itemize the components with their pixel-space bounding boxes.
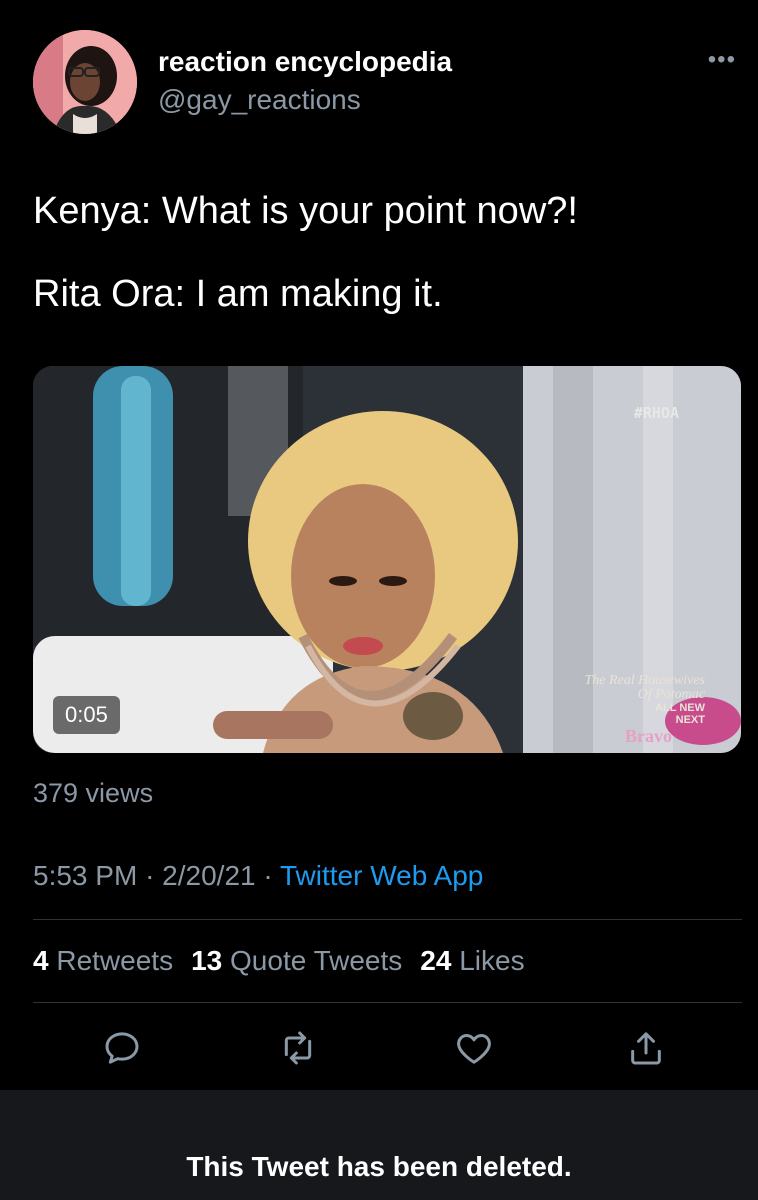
quote-tweets-stat[interactable]: 13 Quote Tweets [191, 945, 402, 977]
show-logo: The Real Housewives Of Potomac ALL NEW N… [545, 673, 705, 727]
retweets-count: 4 [33, 945, 49, 976]
reply-button[interactable] [94, 1020, 150, 1076]
video-duration-badge: 0:05 [53, 696, 120, 734]
share-button[interactable] [618, 1020, 674, 1076]
tweet-time[interactable]: 5:53 PM [33, 860, 137, 891]
video-player[interactable]: #RHOA The Real Housewives Of Potomac ALL… [33, 366, 741, 753]
avatar-image [33, 30, 137, 134]
show-subtitle: Of Potomac [637, 687, 705, 702]
divider [33, 1002, 742, 1003]
reply-icon [105, 1032, 139, 1064]
display-name[interactable]: reaction encyclopedia [158, 46, 452, 78]
retweets-label: Retweets [56, 945, 174, 976]
show-badge-2: NEXT [675, 714, 705, 726]
retweet-button[interactable] [270, 1020, 326, 1076]
avatar[interactable] [33, 30, 137, 134]
likes-count: 24 [420, 945, 452, 976]
likes-label: Likes [459, 945, 525, 976]
show-badge-1: ALL NEW [655, 702, 705, 714]
show-title: The Real Housewives [584, 673, 705, 688]
like-icon [457, 1034, 491, 1064]
view-count: 379 views [33, 778, 154, 808]
quote-tweets-count: 13 [191, 945, 223, 976]
tweet-text-line-2: Rita Ora: I am making it. [33, 273, 443, 315]
divider [33, 919, 742, 920]
network-logo: Bravo [625, 726, 672, 746]
deleted-tweet-notice: This Tweet has been deleted. [0, 1090, 758, 1200]
tweet-action-bar [0, 1020, 758, 1078]
tweet-date[interactable]: 2/20/21 [162, 860, 255, 891]
separator-dot: · [263, 860, 280, 891]
like-button[interactable] [446, 1020, 502, 1076]
engagement-stats: 4 Retweets 13 Quote Tweets 24 Likes [33, 945, 525, 977]
likes-stat[interactable]: 24 Likes [420, 945, 524, 977]
tweet-text-line-1: Kenya: What is your point now?! [33, 190, 578, 232]
video-hashtag-overlay: #RHOA [633, 404, 679, 422]
more-options-icon[interactable]: ••• [708, 46, 736, 74]
source-app-link[interactable]: Twitter Web App [280, 860, 483, 891]
user-handle[interactable]: @gay_reactions [158, 84, 361, 116]
retweets-stat[interactable]: 4 Retweets [33, 945, 173, 977]
quote-tweets-label: Quote Tweets [230, 945, 403, 976]
tweet-metadata: 5:53 PM · 2/20/21 · Twitter Web App [33, 860, 483, 892]
separator-dot: · [145, 860, 163, 891]
share-icon [631, 1032, 661, 1065]
retweet-icon [284, 1031, 312, 1065]
